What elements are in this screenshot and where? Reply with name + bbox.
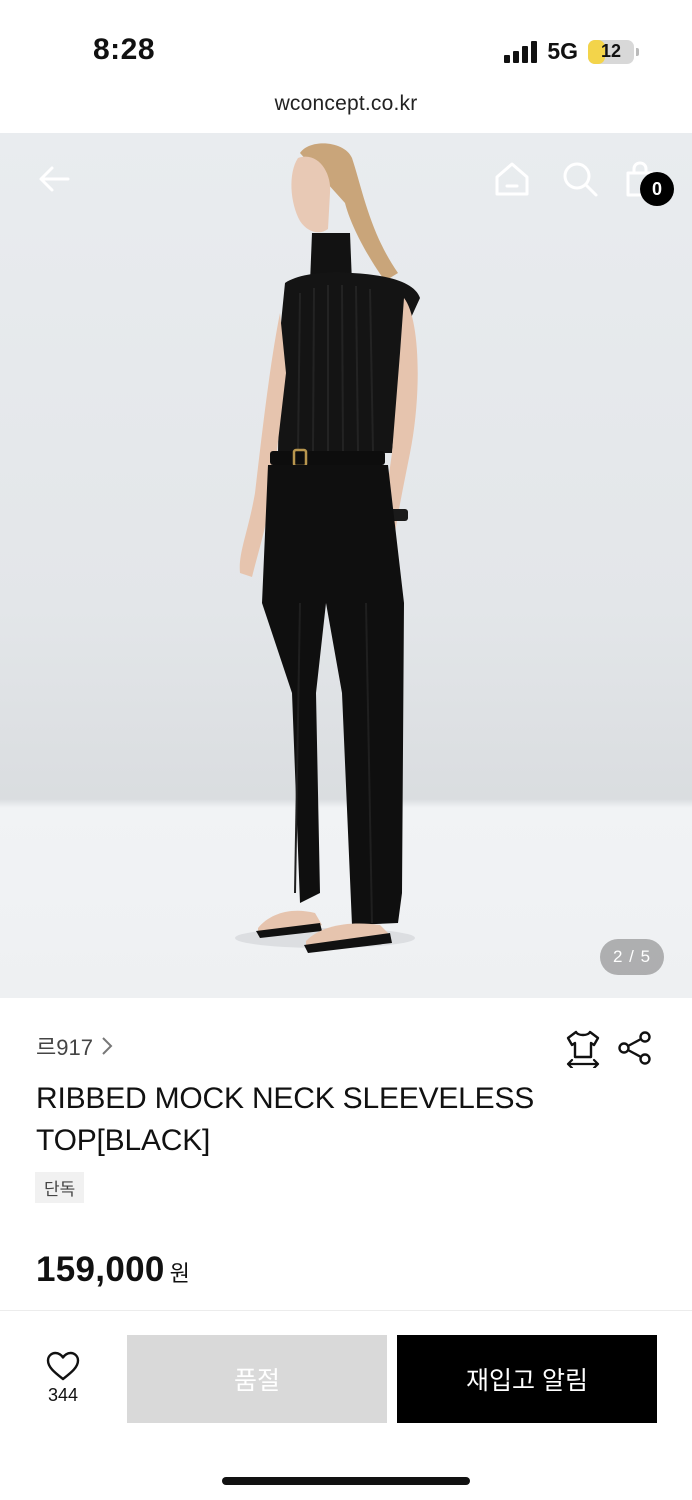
search-button[interactable] <box>558 157 602 201</box>
product-title: RIBBED MOCK NECK SLEEVELESS TOP[BLACK] <box>36 1082 535 1157</box>
home-button[interactable] <box>490 157 534 201</box>
brand-link[interactable]: 르917 <box>36 1030 113 1062</box>
price-value: 159,000 <box>36 1250 165 1289</box>
bottom-action-bar: 344 품절 재입고 알림 <box>0 1310 692 1500</box>
heart-icon <box>46 1351 80 1381</box>
status-indicators: 5G 12 <box>504 38 639 65</box>
home-icon <box>495 162 529 196</box>
network-type: 5G <box>547 38 578 64</box>
status-time: 8:28 <box>93 33 156 66</box>
sold-out-button: 품절 <box>127 1335 387 1423</box>
brand-name: 르917 <box>36 1035 93 1060</box>
share-button[interactable] <box>614 1027 656 1069</box>
product-image-gallery[interactable]: 2 / 5 <box>0 133 692 998</box>
cart-count-badge[interactable]: 0 <box>640 172 674 206</box>
browser-url[interactable]: wconcept.co.kr <box>0 92 692 116</box>
share-icon <box>618 1031 651 1065</box>
wishlist-button[interactable]: 344 <box>28 1351 98 1421</box>
battery-level: 12 <box>600 41 622 61</box>
arrow-left-icon <box>39 166 70 192</box>
tshirt-size-icon <box>566 1030 600 1068</box>
wishlist-count: 344 <box>47 1385 79 1405</box>
image-counter: 2 / 5 <box>600 939 664 975</box>
price-currency: 원 <box>169 1261 190 1286</box>
price: 159,000 원 <box>36 1250 190 1290</box>
restock-alert-button[interactable]: 재입고 알림 <box>397 1335 657 1423</box>
product-photo <box>235 143 420 953</box>
back-button[interactable] <box>32 157 76 201</box>
signal-icon <box>504 40 538 63</box>
battery-icon: 12 <box>588 39 639 64</box>
home-indicator[interactable] <box>222 1477 470 1485</box>
size-guide-button[interactable] <box>562 1027 604 1069</box>
exclusive-badge: 단독 <box>35 1172 85 1203</box>
chevron-right-icon <box>102 1037 113 1055</box>
search-icon <box>563 162 598 197</box>
status-bar: 8:28 5G 12 <box>0 0 692 90</box>
